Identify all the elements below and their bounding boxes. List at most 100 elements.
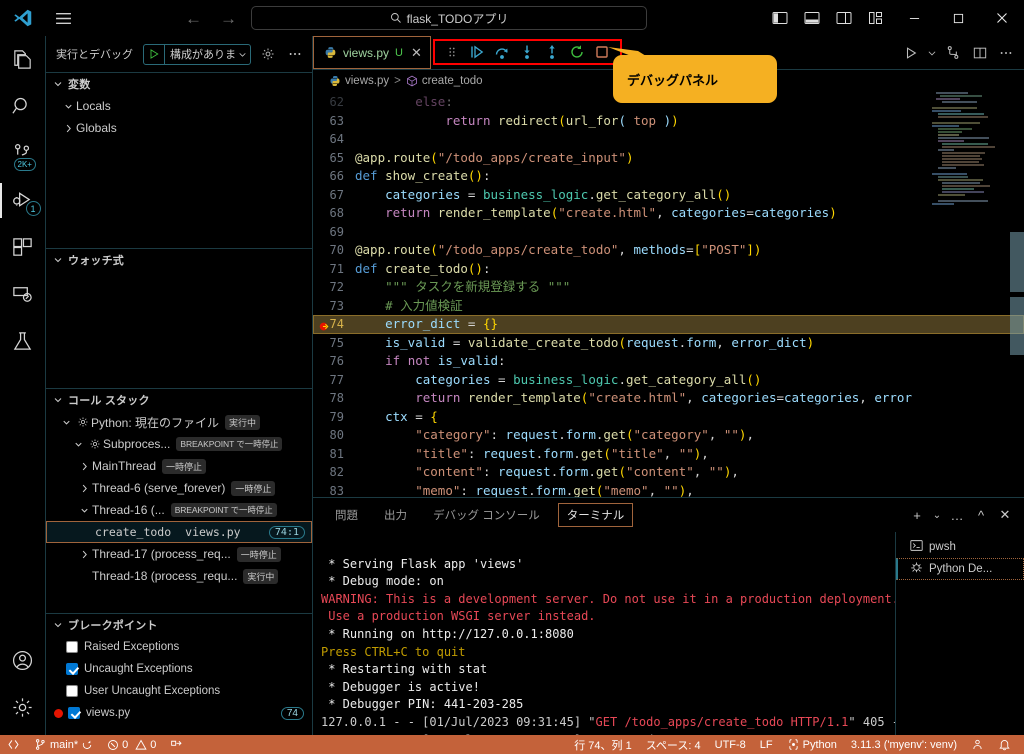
callstack-section-header[interactable]: コール スタック [46, 389, 312, 411]
window-maximize-button[interactable] [936, 0, 980, 36]
variables-section-header[interactable]: 変数 [46, 73, 312, 95]
maximize-panel-icon[interactable]: ^ [970, 503, 992, 527]
problems-indicator[interactable]: 0 0 [100, 735, 163, 754]
breakpoints-section-header[interactable]: ブレークポイント [46, 614, 312, 636]
debug-step-out-icon[interactable] [541, 41, 564, 63]
run-options-chevron-icon[interactable] [924, 36, 940, 70]
menu-hamburger-icon[interactable] [46, 10, 80, 27]
quick-search-input[interactable]: flask_TODOアプリ [251, 6, 647, 30]
sidebar-item-source-control[interactable]: 2K+ [0, 130, 46, 177]
debug-session-icon [86, 438, 103, 450]
debug-step-over-icon[interactable] [491, 41, 514, 63]
editor-minimap[interactable] [930, 92, 1010, 497]
breakpoint-checkbox[interactable] [68, 707, 80, 719]
ports-indicator[interactable] [163, 735, 190, 754]
callstack-status: BREAKPOINT で一時停止 [170, 503, 277, 517]
callstack-row-create-todo[interactable]: create_todo views.py 74:1 [46, 521, 312, 543]
sidebar-header: 実行とデバッグ 構成がありま [46, 36, 312, 72]
toggle-panel-icon[interactable] [796, 0, 828, 36]
debug-restart-icon[interactable] [566, 41, 589, 63]
customize-layout-icon[interactable] [860, 0, 892, 36]
remote-window-indicator[interactable] [0, 735, 27, 754]
launch-config-dropdown[interactable]: 構成がありま [164, 44, 250, 64]
tab-terminal[interactable]: ターミナル [557, 503, 634, 527]
code-editor[interactable]: 62 else: 63 return redirect(url_for( top… [313, 92, 1024, 497]
eol-indicator[interactable]: LF [753, 735, 780, 754]
breadcrumb-file[interactable]: views.py [329, 75, 389, 87]
panel-tabs: 問題 出力 デバッグ コンソール ターミナル + ⌄ … ^ ✕ [313, 498, 1024, 532]
editor-more-actions-icon[interactable] [993, 36, 1018, 70]
code-line: 68 return render_template("create.html",… [329, 205, 837, 220]
feedback-icon[interactable] [964, 735, 991, 754]
breakpoint-checkbox[interactable] [66, 663, 78, 675]
callstack-row-subprocess[interactable]: Subproces... BREAKPOINT で一時停止 [46, 433, 312, 455]
language-mode-indicator[interactable]: Python [780, 735, 844, 754]
tab-debug-console[interactable]: デバッグ コンソール [425, 504, 548, 526]
callout-text: デバッグパネル [627, 72, 719, 88]
terminal-instance-pwsh[interactable]: pwsh [896, 536, 1024, 558]
breakpoint-label: User Uncaught Exceptions [84, 685, 221, 697]
callstack-row-thread6[interactable]: Thread-6 (serve_forever) 一時停止 [46, 477, 312, 499]
nav-back-button[interactable]: ← [185, 10, 202, 27]
panel-more-actions-icon[interactable]: … [946, 503, 968, 527]
breakpoint-row-raised-exceptions[interactable]: Raised Exceptions [46, 636, 312, 658]
editor-tab-close-icon[interactable]: ✕ [411, 45, 422, 61]
sidebar-item-explorer[interactable] [0, 36, 46, 83]
window-close-button[interactable] [980, 0, 1024, 36]
debug-continue-icon[interactable] [466, 41, 489, 63]
debug-settings-gear-icon[interactable] [257, 47, 279, 61]
callstack-row-mainthread[interactable]: MainThread 一時停止 [46, 455, 312, 477]
split-editor-icon[interactable] [967, 36, 992, 70]
breakpoint-row-uncaught-exceptions[interactable]: Uncaught Exceptions [46, 658, 312, 680]
run-python-file-icon[interactable] [898, 36, 923, 70]
breakpoint-checkbox[interactable] [66, 685, 78, 697]
breakpoint-row-user-uncaught-exceptions[interactable]: User Uncaught Exceptions [46, 680, 312, 702]
callstack-row-session[interactable]: Python: 現在のファイル 実行中 [46, 411, 312, 433]
debug-drag-handle-icon[interactable] [441, 41, 464, 63]
sidebar-more-actions-icon[interactable] [285, 47, 307, 61]
close-panel-icon[interactable]: ✕ [994, 503, 1016, 527]
editor-tab-views-py[interactable]: views.py U ✕ [313, 36, 431, 69]
callstack-status: 実行中 [225, 414, 261, 430]
terminal-instance-python-debug[interactable]: Python De... [896, 558, 1024, 580]
sidebar-item-extensions[interactable] [0, 224, 46, 271]
tab-problems[interactable]: 問題 [327, 504, 366, 526]
variables-item-locals[interactable]: Locals [46, 95, 312, 117]
encoding-indicator[interactable]: UTF-8 [708, 735, 753, 754]
sidebar-item-run-debug[interactable]: 1 [0, 177, 46, 224]
breakpoint-marker-icon[interactable] [319, 319, 330, 331]
source-control-graph-icon[interactable] [941, 36, 966, 70]
notifications-bell-icon[interactable] [991, 735, 1018, 754]
start-debugging-button[interactable] [144, 48, 164, 60]
title-bar: ← → flask_TODOアプリ [0, 0, 1024, 36]
nav-forward-button[interactable]: → [220, 10, 237, 27]
toggle-primary-sidebar-icon[interactable] [764, 0, 796, 36]
indentation-indicator[interactable]: スペース: 4 [639, 735, 708, 754]
git-branch-indicator[interactable]: main* [27, 735, 100, 754]
breadcrumb-symbol[interactable]: create_todo [406, 75, 483, 87]
callstack-row-thread16[interactable]: Thread-16 (... BREAKPOINT で一時停止 [46, 499, 312, 521]
account-icon[interactable] [0, 637, 46, 684]
tab-output[interactable]: 出力 [376, 504, 415, 526]
sidebar-item-testing[interactable] [0, 318, 46, 365]
sidebar-item-remote[interactable] [0, 271, 46, 318]
cursor-position-indicator[interactable]: 行 74、列 1 [567, 735, 638, 754]
code-line: 70 @app.route("/todo_apps/create_todo", m… [329, 242, 762, 257]
window-minimize-button[interactable] [892, 0, 936, 36]
settings-gear-icon[interactable] [0, 684, 46, 731]
breakpoint-checkbox[interactable] [66, 641, 78, 653]
editor-scrollbar[interactable] [1010, 92, 1024, 497]
callstack-row-thread17[interactable]: Thread-17 (process_req... 一時停止 [46, 543, 312, 565]
debug-step-into-icon[interactable] [516, 41, 539, 63]
breakpoint-row-views-py[interactable]: views.py 74 [46, 702, 312, 724]
variables-item-globals[interactable]: Globals [46, 117, 312, 139]
toggle-secondary-sidebar-icon[interactable] [828, 0, 860, 36]
variables-globals-label: Globals [76, 121, 117, 135]
sidebar-item-search[interactable] [0, 83, 46, 130]
terminal-output[interactable]: * Serving Flask app 'views' * Debug mode… [313, 532, 895, 735]
callstack-row-thread18[interactable]: Thread-18 (process_requ... 実行中 [46, 565, 312, 587]
python-interpreter-indicator[interactable]: 3.11.3 ('myenv': venv) [844, 735, 964, 754]
terminal-options-chevron-icon[interactable]: ⌄ [930, 503, 944, 527]
new-terminal-icon[interactable]: + [906, 503, 928, 527]
watch-section-header[interactable]: ウォッチ式 [46, 249, 312, 271]
